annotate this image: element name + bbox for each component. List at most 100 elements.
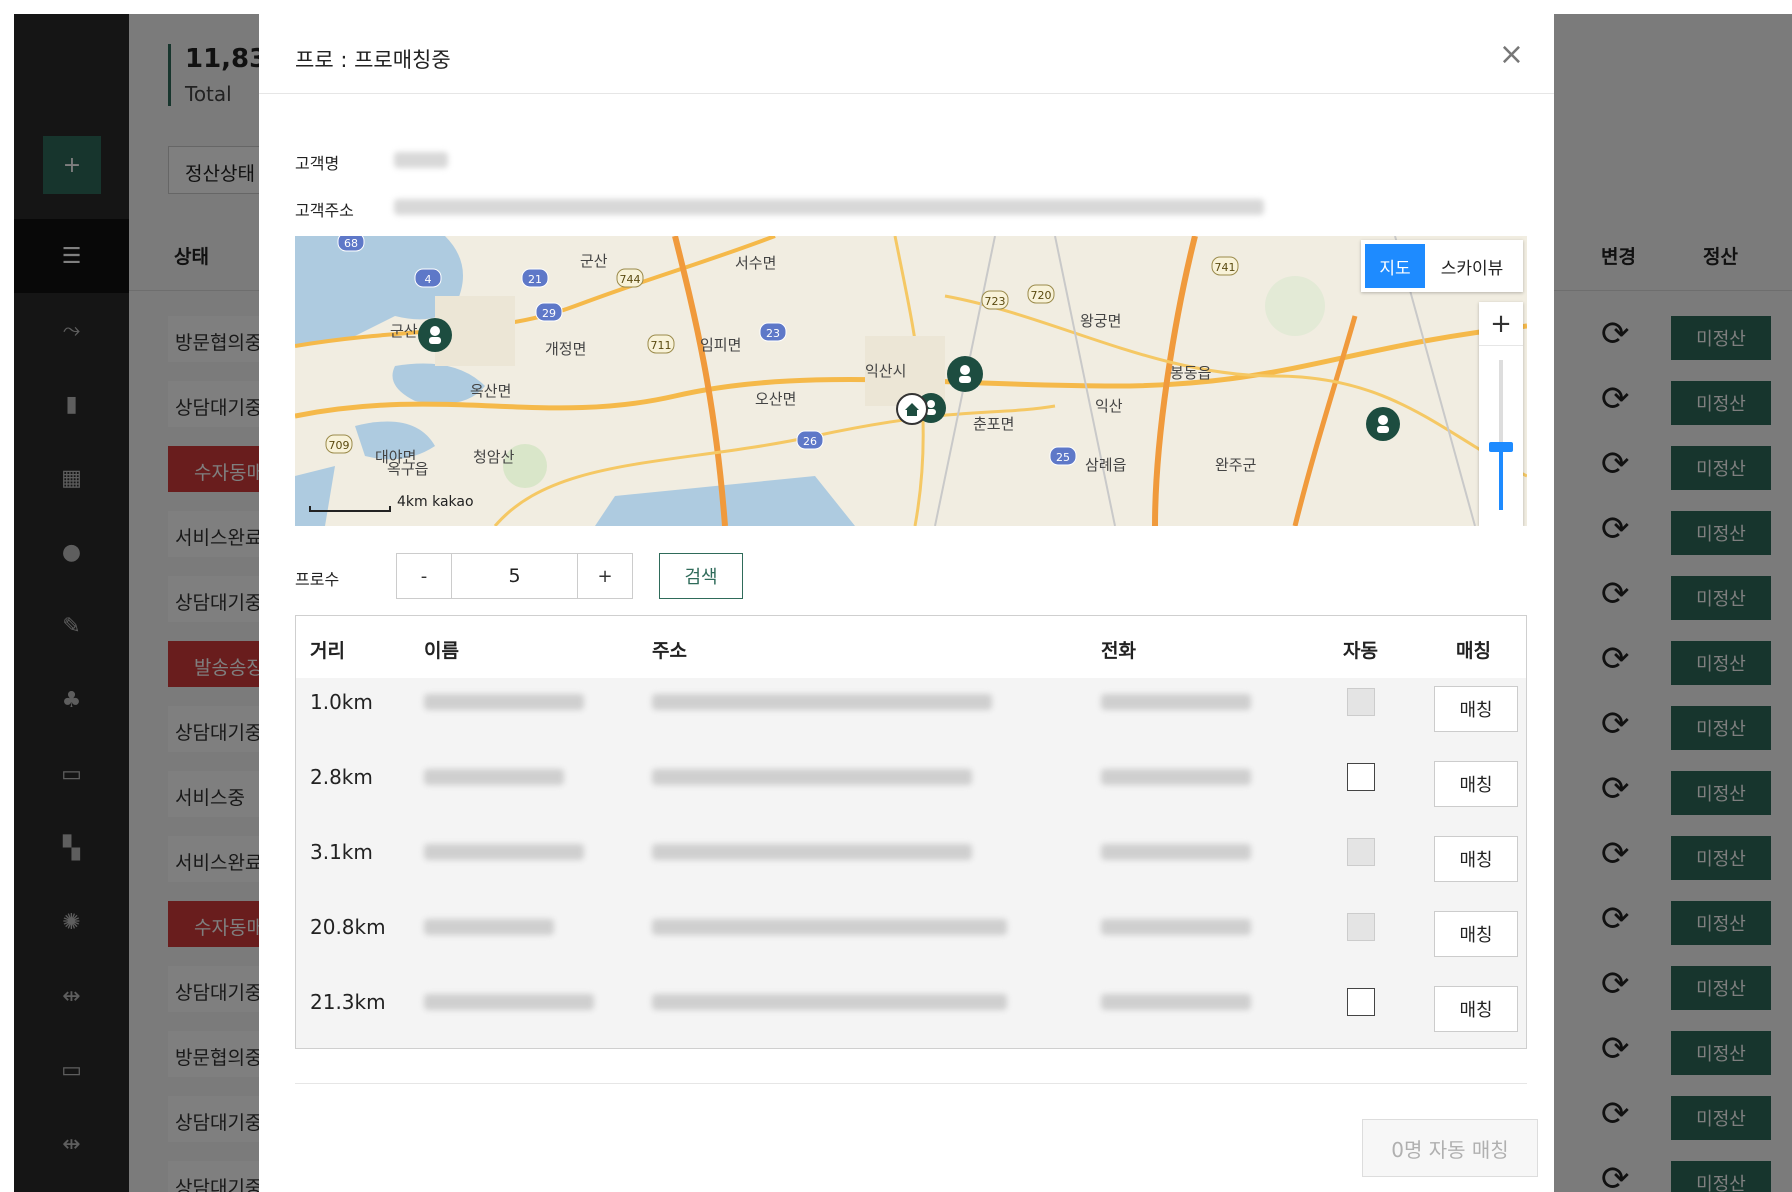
route-marker: 744 [616, 268, 644, 288]
map-place-label: 오산면 [755, 390, 796, 408]
table-row: 20.8km 매칭 [296, 903, 1526, 978]
map-place-label: 군산 [580, 252, 608, 270]
name-cell-redacted [424, 769, 564, 785]
auto-match-button[interactable]: 0명 자동 매칭 [1362, 1119, 1538, 1177]
name-cell-redacted [424, 694, 584, 710]
home-icon [896, 393, 928, 425]
pro-results-table: 거리 이름 주소 전화 자동 매칭 1.0km 매칭 2.8km 매칭 3.1km 매칭 2… [295, 615, 1527, 1049]
customer-name-redacted [394, 152, 448, 168]
svg-text:29: 29 [542, 307, 556, 320]
route-marker: 26 [796, 430, 824, 450]
route-marker: 720 [1027, 284, 1055, 304]
map-type-toggle: 지도 스카이뷰 [1361, 240, 1523, 292]
header-distance: 거리 [310, 640, 345, 662]
search-button[interactable]: 검색 [659, 553, 743, 599]
route-marker: 741 [1211, 256, 1239, 276]
results-header: 거리 이름 주소 전화 자동 매칭 [296, 616, 1526, 678]
map-highway-east [1292, 315, 1358, 526]
pro-matching-modal: 프로 : 프로매칭중 × 고객명 고객주소 군산시 군산 서수면 개정면 임피면… [259, 14, 1554, 1192]
svg-text:720: 720 [1031, 289, 1052, 302]
pro-count-stepper: - 5 + [396, 553, 633, 599]
map-highway-west [672, 236, 728, 526]
map-place-label: 임피면 [700, 336, 741, 354]
increment-button[interactable]: + [578, 554, 632, 598]
map-place-label: 삼례읍 [1085, 456, 1126, 474]
match-button[interactable]: 매칭 [1434, 761, 1518, 807]
distance-cell: 20.8km [310, 915, 386, 939]
map-place-label: 익산시 [865, 362, 906, 380]
skyview-button[interactable]: 스카이뷰 [1425, 254, 1519, 279]
map-view[interactable]: 군산시 군산 서수면 개정면 임피면 옥산면 대야면 오산면 익산시 왕궁면 익산 봉동읍 춘포면 삼례읍… [295, 236, 1527, 526]
match-button[interactable]: 매칭 [1434, 911, 1518, 957]
auto-checkbox[interactable] [1347, 988, 1375, 1016]
map-canvas: 군산시군산 서수면개정면 임피면옥산면대야면오산면익산시왕궁면익산봉동읍춘포면삼례읍… [295, 236, 1527, 526]
table-row: 21.3km 매칭 [296, 978, 1526, 1053]
svg-text:23: 23 [766, 327, 780, 340]
auto-checkbox[interactable] [1347, 763, 1375, 791]
auto-checkbox [1347, 688, 1375, 716]
svg-text:26: 26 [803, 435, 817, 448]
map-place-label: 서수면 [735, 254, 776, 272]
close-icon[interactable]: × [1499, 40, 1524, 70]
route-marker: 68 [337, 236, 365, 252]
phone-cell-redacted [1101, 844, 1251, 860]
distance-cell: 21.3km [310, 990, 386, 1014]
svg-text:25: 25 [1056, 451, 1070, 464]
svg-text:68: 68 [344, 237, 358, 250]
svg-text:711: 711 [651, 339, 672, 352]
route-marker: 711 [647, 334, 675, 354]
table-row: 1.0km 매칭 [296, 678, 1526, 753]
header-auto: 자동 [1343, 640, 1378, 662]
zoom-in-button[interactable]: + [1479, 302, 1523, 346]
route-marker: 4 [414, 268, 442, 288]
zoom-fill [1499, 448, 1503, 510]
header-phone: 전화 [1101, 640, 1136, 662]
table-row: 3.1km 매칭 [296, 828, 1526, 903]
header-name: 이름 [424, 640, 459, 662]
address-cell-redacted [652, 769, 972, 785]
name-cell-redacted [424, 844, 584, 860]
map-place-label: 왕궁면 [1080, 312, 1121, 330]
map-place-label: 완주군 [1215, 456, 1257, 474]
table-row: 2.8km 매칭 [296, 753, 1526, 828]
map-place-label: 춘포면 [973, 415, 1014, 433]
svg-text:741: 741 [1215, 261, 1236, 274]
map-scale-line [309, 506, 391, 512]
route-marker: 25 [1049, 446, 1077, 466]
header-address: 주소 [652, 640, 687, 662]
address-cell-redacted [652, 844, 972, 860]
match-button[interactable]: 매칭 [1434, 986, 1518, 1032]
pro-count-input[interactable]: 5 [451, 554, 578, 598]
auto-checkbox [1347, 913, 1375, 941]
modal-header: 프로 : 프로매칭중 × [259, 14, 1554, 94]
map-pin [418, 318, 452, 352]
map-place-label: 봉동읍 [1170, 364, 1211, 382]
route-marker: 723 [981, 290, 1009, 310]
route-marker: 23 [759, 322, 787, 342]
phone-cell-redacted [1101, 919, 1251, 935]
route-marker: 29 [535, 302, 563, 322]
zoom-handle[interactable] [1489, 442, 1513, 452]
map-field [1265, 276, 1325, 336]
address-cell-redacted [652, 694, 992, 710]
map-place-label: 옥산면 [470, 382, 511, 400]
distance-cell: 2.8km [310, 765, 373, 789]
match-button[interactable]: 매칭 [1434, 686, 1518, 732]
phone-cell-redacted [1101, 694, 1251, 710]
svg-text:723: 723 [985, 295, 1006, 308]
phone-cell-redacted [1101, 769, 1251, 785]
map-place-label: 익산 [1095, 397, 1123, 415]
name-cell-redacted [424, 919, 554, 935]
customer-address-label: 고객주소 [295, 201, 354, 220]
map-view-button[interactable]: 지도 [1365, 244, 1425, 288]
distance-cell: 1.0km [310, 690, 373, 714]
route-marker: 709 [325, 434, 353, 454]
decrement-button[interactable]: - [397, 554, 451, 598]
auto-checkbox [1347, 838, 1375, 866]
match-button[interactable]: 매칭 [1434, 836, 1518, 882]
phone-cell-redacted [1101, 994, 1251, 1010]
svg-text:21: 21 [528, 273, 542, 286]
customer-name-label: 고객명 [295, 154, 340, 173]
modal-title: 프로 : 프로매칭중 [295, 48, 451, 72]
modal-divider [295, 1083, 1527, 1084]
